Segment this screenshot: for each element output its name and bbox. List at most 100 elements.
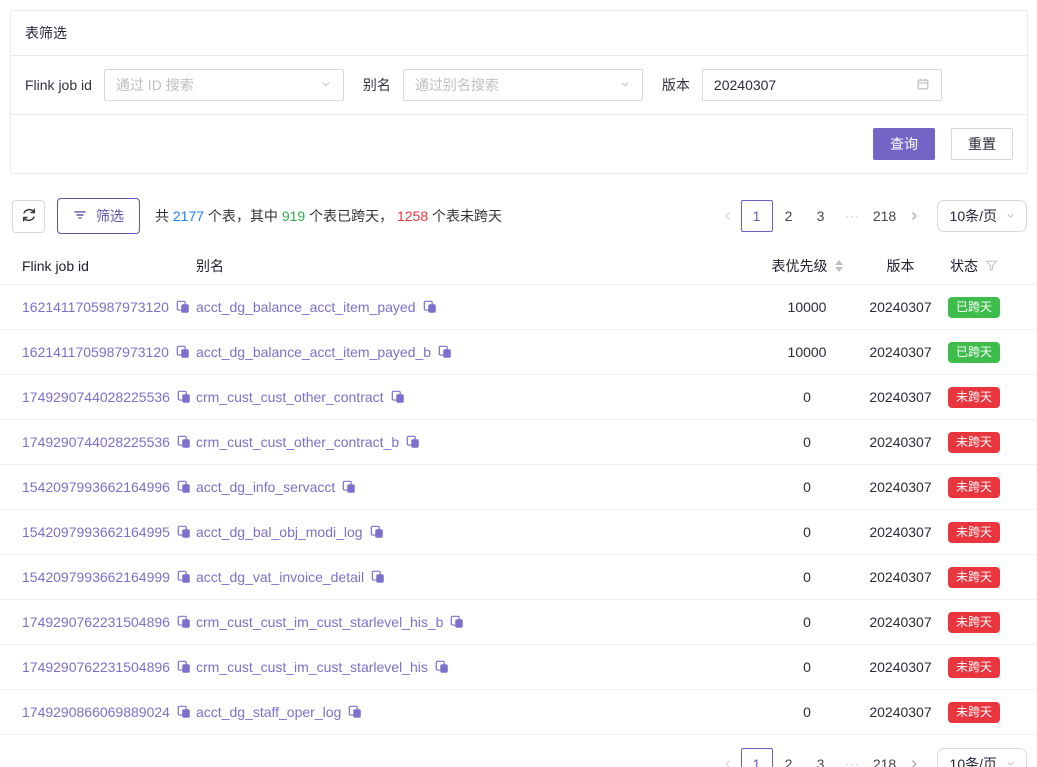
version-cell: 20240307 [868,299,933,315]
next-page-icon[interactable] [901,200,927,232]
flink-job-id-link[interactable]: 1542097993662164995 [22,524,170,540]
copy-icon[interactable] [177,390,191,404]
copy-icon[interactable] [370,525,384,539]
copy-icon[interactable] [177,570,191,584]
copy-icon[interactable] [423,300,437,314]
column-header-flink-job-id: Flink job id [0,258,196,274]
version-cell: 20240307 [868,434,933,450]
bottom-pagination: 1 2 3 ··· 218 10条/页 [715,748,1027,767]
next-page-icon[interactable] [901,748,927,767]
alias-link[interactable]: crm_cust_cust_other_contract_b [196,434,399,450]
copy-icon[interactable] [450,615,464,629]
flink-job-id-link[interactable]: 1749290866069889024 [22,704,170,720]
copy-icon[interactable] [177,615,191,629]
page-button-1[interactable]: 1 [741,748,773,767]
refresh-button[interactable] [12,200,45,233]
page-button-3[interactable]: 3 [805,748,837,767]
copy-icon[interactable] [177,525,191,539]
column-header-priority: 表优先级 [746,256,868,276]
filter-button[interactable]: 筛选 [57,198,140,234]
version-cell: 20240307 [868,524,933,540]
alias-link[interactable]: crm_cust_cust_other_contract [196,389,384,405]
copy-icon[interactable] [435,660,449,674]
version-cell: 20240307 [868,479,933,495]
status-badge: 未跨天 [948,567,1000,588]
page-size-select[interactable]: 10条/页 [937,200,1027,232]
summary-text: 个表已跨天， [305,208,397,224]
refresh-icon [21,207,37,226]
sort-carets-icon[interactable] [835,260,843,272]
copy-icon[interactable] [177,435,191,449]
flink-job-id-link[interactable]: 1621411705987973120 [22,344,169,360]
copy-icon[interactable] [438,345,452,359]
copy-icon[interactable] [406,435,420,449]
copy-icon[interactable] [371,570,385,584]
summary-total-count: 2177 [173,208,204,224]
priority-cell: 10000 [746,299,868,315]
alias-select[interactable]: 通过别名搜索 [403,69,643,101]
page-button-1[interactable]: 1 [741,200,773,232]
table-row: 1542097993662164995 acct_dg_bal_obj_modi… [0,510,1037,555]
priority-cell: 0 [746,614,868,630]
alias-link[interactable]: acct_dg_balance_acct_item_payed_b [196,344,431,360]
page-button-3[interactable]: 3 [805,200,837,232]
page-size-select[interactable]: 10条/页 [937,748,1027,767]
alias-link[interactable]: acct_dg_vat_invoice_detail [196,569,364,585]
page-button-218[interactable]: 218 [869,200,901,232]
copy-icon[interactable] [176,300,190,314]
flink-job-id-link[interactable]: 1542097993662164999 [22,569,170,585]
flink-job-id-link[interactable]: 1621411705987973120 [22,299,169,315]
version-label: 版本 [662,75,690,95]
reset-button[interactable]: 重置 [951,128,1013,160]
flink-job-id-placeholder: 通过 ID 搜索 [116,75,194,95]
alias-link[interactable]: acct_dg_info_servacct [196,479,335,495]
copy-icon[interactable] [342,480,356,494]
version-date-picker[interactable]: 20240307 [702,69,942,101]
page-button-2[interactable]: 2 [773,748,805,767]
status-badge: 已跨天 [948,297,1000,318]
copy-icon[interactable] [177,480,191,494]
alias-field: 别名 通过别名搜索 [363,69,643,101]
filter-funnel-icon[interactable] [985,259,998,272]
alias-placeholder: 通过别名搜索 [415,75,499,95]
table-summary: 共 2177 个表，其中 919 个表已跨天， 1258 个表未跨天 [155,206,502,226]
table-row: 1749290866069889024 acct_dg_staff_oper_l… [0,690,1037,735]
copy-icon[interactable] [177,705,191,719]
alias-link[interactable]: acct_dg_staff_oper_log [196,704,341,720]
flink-job-id-link[interactable]: 1749290744028225536 [22,434,170,450]
summary-text: 共 [155,208,173,224]
page-button-2[interactable]: 2 [773,200,805,232]
copy-icon[interactable] [391,390,405,404]
copy-icon[interactable] [348,705,362,719]
flink-job-id-select[interactable]: 通过 ID 搜索 [104,69,344,101]
table-row: 1542097993662164999 acct_dg_vat_invoice_… [0,555,1037,600]
flink-job-id-link[interactable]: 1749290762231504896 [22,659,170,675]
version-cell: 20240307 [868,569,933,585]
flink-job-id-link[interactable]: 1749290762231504896 [22,614,170,630]
status-badge: 未跨天 [948,702,1000,723]
prev-page-icon[interactable] [715,200,741,232]
status-badge: 已跨天 [948,342,1000,363]
page-ellipsis[interactable]: ··· [837,200,869,232]
alias-link[interactable]: acct_dg_bal_obj_modi_log [196,524,363,540]
calendar-icon [916,77,930,94]
filter-fields-row: Flink job id 通过 ID 搜索 别名 通过别名搜索 版本 20240… [11,56,1027,114]
summary-text: 个表，其中 [204,208,282,224]
version-cell: 20240307 [868,344,933,360]
query-button[interactable]: 查询 [873,128,935,160]
prev-page-icon[interactable] [715,748,741,767]
alias-link[interactable]: acct_dg_balance_acct_item_payed [196,299,416,315]
priority-cell: 10000 [746,344,868,360]
flink-job-id-link[interactable]: 1542097993662164996 [22,479,170,495]
table-row: 1621411705987973120 acct_dg_balance_acct… [0,285,1037,330]
page-button-218[interactable]: 218 [869,748,901,767]
priority-cell: 0 [746,704,868,720]
filter-card: 表筛选 Flink job id 通过 ID 搜索 别名 通过别名搜索 版本 [10,10,1028,174]
alias-link[interactable]: crm_cust_cust_im_cust_starlevel_his_b [196,614,443,630]
alias-link[interactable]: crm_cust_cust_im_cust_starlevel_his [196,659,428,675]
flink-job-id-link[interactable]: 1749290744028225536 [22,389,170,405]
priority-cell: 0 [746,569,868,585]
copy-icon[interactable] [177,660,191,674]
page-ellipsis[interactable]: ··· [837,748,869,767]
copy-icon[interactable] [176,345,190,359]
